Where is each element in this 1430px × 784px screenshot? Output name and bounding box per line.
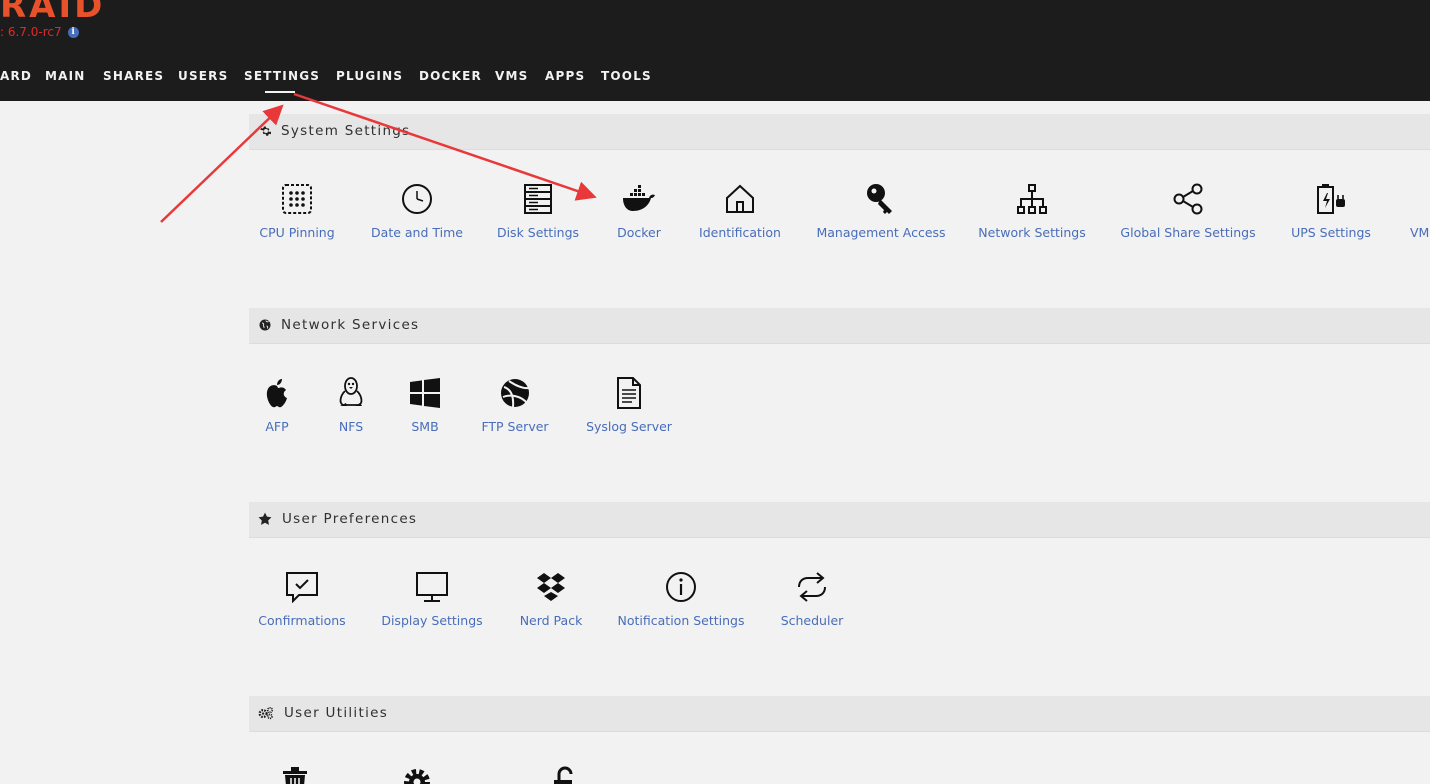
tile-label: Disk Settings — [496, 225, 580, 240]
unraid-logo[interactable]: RAID — [0, 0, 105, 26]
tile-label: Global Share Settings — [1120, 225, 1256, 240]
nav-tools[interactable]: TOOLS — [601, 69, 652, 83]
nav-shares[interactable]: SHARES — [103, 69, 164, 83]
tile-nfs[interactable]: NFS — [336, 375, 366, 435]
version-label: : 6.7.0-rc7 — [0, 25, 62, 39]
tile-nerd-pack[interactable]: Nerd Pack — [519, 569, 583, 629]
nav-dashboard[interactable]: ARD — [0, 69, 32, 83]
tile-label: Date and Time — [371, 225, 463, 240]
cpu-pinning-icon — [279, 181, 315, 217]
ftp-globe-icon — [497, 375, 533, 411]
tile-label: Display Settings — [381, 613, 483, 628]
tile-label: FTP Server — [481, 419, 549, 434]
nav-main[interactable]: MAIN — [45, 69, 86, 83]
tile-label: UPS Settings — [1291, 225, 1371, 240]
tile-label: CPU Pinning — [259, 225, 335, 240]
tile-docker[interactable]: Docker — [614, 181, 664, 241]
active-tab-underline — [265, 91, 295, 93]
share-icon — [1170, 181, 1206, 217]
linux-tux-icon — [333, 375, 369, 411]
network-tree-icon — [1014, 181, 1050, 217]
tile-label: AFP — [265, 419, 289, 434]
tile-utility-2[interactable] — [400, 764, 434, 784]
refresh-cycle-icon — [794, 569, 830, 605]
unlock-icon — [550, 764, 580, 784]
globe-icon — [259, 319, 271, 331]
tile-label: NFS — [338, 419, 364, 434]
monitor-icon — [414, 569, 450, 605]
tile-utility-3[interactable] — [550, 764, 580, 784]
tile-network-settings[interactable]: Network Settings — [978, 181, 1086, 241]
trash-icon — [278, 764, 312, 784]
nav-apps[interactable]: APPS — [545, 69, 585, 83]
tile-label: SMB — [411, 419, 439, 434]
docker-whale-icon — [621, 181, 657, 217]
tile-label: Docker — [617, 225, 661, 240]
tile-label: Network Settings — [978, 225, 1086, 240]
tile-label: Identification — [699, 225, 781, 240]
tile-notification-settings[interactable]: Notification Settings — [618, 569, 744, 629]
tile-label: Nerd Pack — [519, 613, 583, 628]
section-title: User Utilities — [284, 705, 389, 721]
vm-icon — [1404, 181, 1430, 217]
tile-label: Scheduler — [780, 613, 844, 628]
section-title: System Settings — [281, 123, 411, 139]
tile-smb[interactable]: SMB — [408, 375, 442, 435]
disk-stack-icon — [520, 181, 556, 217]
section-network-services: Network Services — [249, 308, 1430, 344]
home-icon — [722, 181, 758, 217]
section-title: Network Services — [281, 317, 420, 333]
tile-management-access[interactable]: Management Access — [816, 181, 946, 241]
tile-vm-manager[interactable]: VM — [1402, 181, 1430, 241]
windows-icon — [407, 375, 443, 411]
confirm-bubble-icon — [284, 569, 320, 605]
tile-confirmations[interactable]: Confirmations — [258, 569, 346, 629]
battery-plug-icon — [1313, 181, 1349, 217]
tile-scheduler[interactable]: Scheduler — [781, 569, 843, 629]
tile-ups-settings[interactable]: UPS Settings — [1291, 181, 1371, 241]
document-icon — [611, 375, 647, 411]
tile-disk-settings[interactable]: Disk Settings — [497, 181, 579, 241]
nav-plugins[interactable]: PLUGINS — [336, 69, 403, 83]
tile-identification[interactable]: Identification — [699, 181, 781, 241]
section-system-settings: System Settings — [249, 114, 1430, 150]
star-icon — [258, 512, 272, 525]
tile-label: Confirmations — [258, 613, 346, 628]
tile-label: Management Access — [816, 225, 946, 240]
gears-icon — [258, 707, 274, 720]
tile-label: Syslog Server — [586, 419, 672, 434]
tile-syslog-server[interactable]: Syslog Server — [586, 375, 672, 435]
apple-icon — [259, 375, 295, 411]
nav-docker[interactable]: DOCKER — [419, 69, 482, 83]
gear-icon — [260, 126, 271, 136]
key-icon — [863, 181, 899, 217]
tile-cpu-pinning[interactable]: CPU Pinning — [259, 181, 335, 241]
section-user-preferences: User Preferences — [249, 502, 1430, 538]
nav-vms[interactable]: VMS — [495, 69, 528, 83]
tile-afp[interactable]: AFP — [262, 375, 292, 435]
tile-global-share-settings[interactable]: Global Share Settings — [1120, 181, 1256, 241]
tile-label: Notification Settings — [617, 613, 745, 628]
tile-label: VM — [1410, 225, 1430, 240]
tile-display-settings[interactable]: Display Settings — [381, 569, 483, 629]
dropbox-icon — [533, 569, 569, 605]
clock-icon — [399, 181, 435, 217]
tile-date-and-time[interactable]: Date and Time — [371, 181, 463, 241]
tile-ftp-server[interactable]: FTP Server — [481, 375, 549, 435]
info-circle-icon — [663, 569, 699, 605]
top-header: RAID : 6.7.0-rc7 i ARD MAIN SHARES USERS… — [0, 0, 1430, 101]
cog-icon — [400, 764, 434, 784]
section-user-utilities: User Utilities — [249, 696, 1430, 732]
section-title: User Preferences — [282, 511, 418, 527]
nav-users[interactable]: USERS — [178, 69, 228, 83]
tile-utility-1[interactable] — [278, 764, 312, 784]
version-text: : 6.7.0-rc7 i — [0, 25, 79, 39]
info-icon[interactable]: i — [67, 26, 79, 38]
nav-settings[interactable]: SETTINGS — [244, 69, 320, 83]
